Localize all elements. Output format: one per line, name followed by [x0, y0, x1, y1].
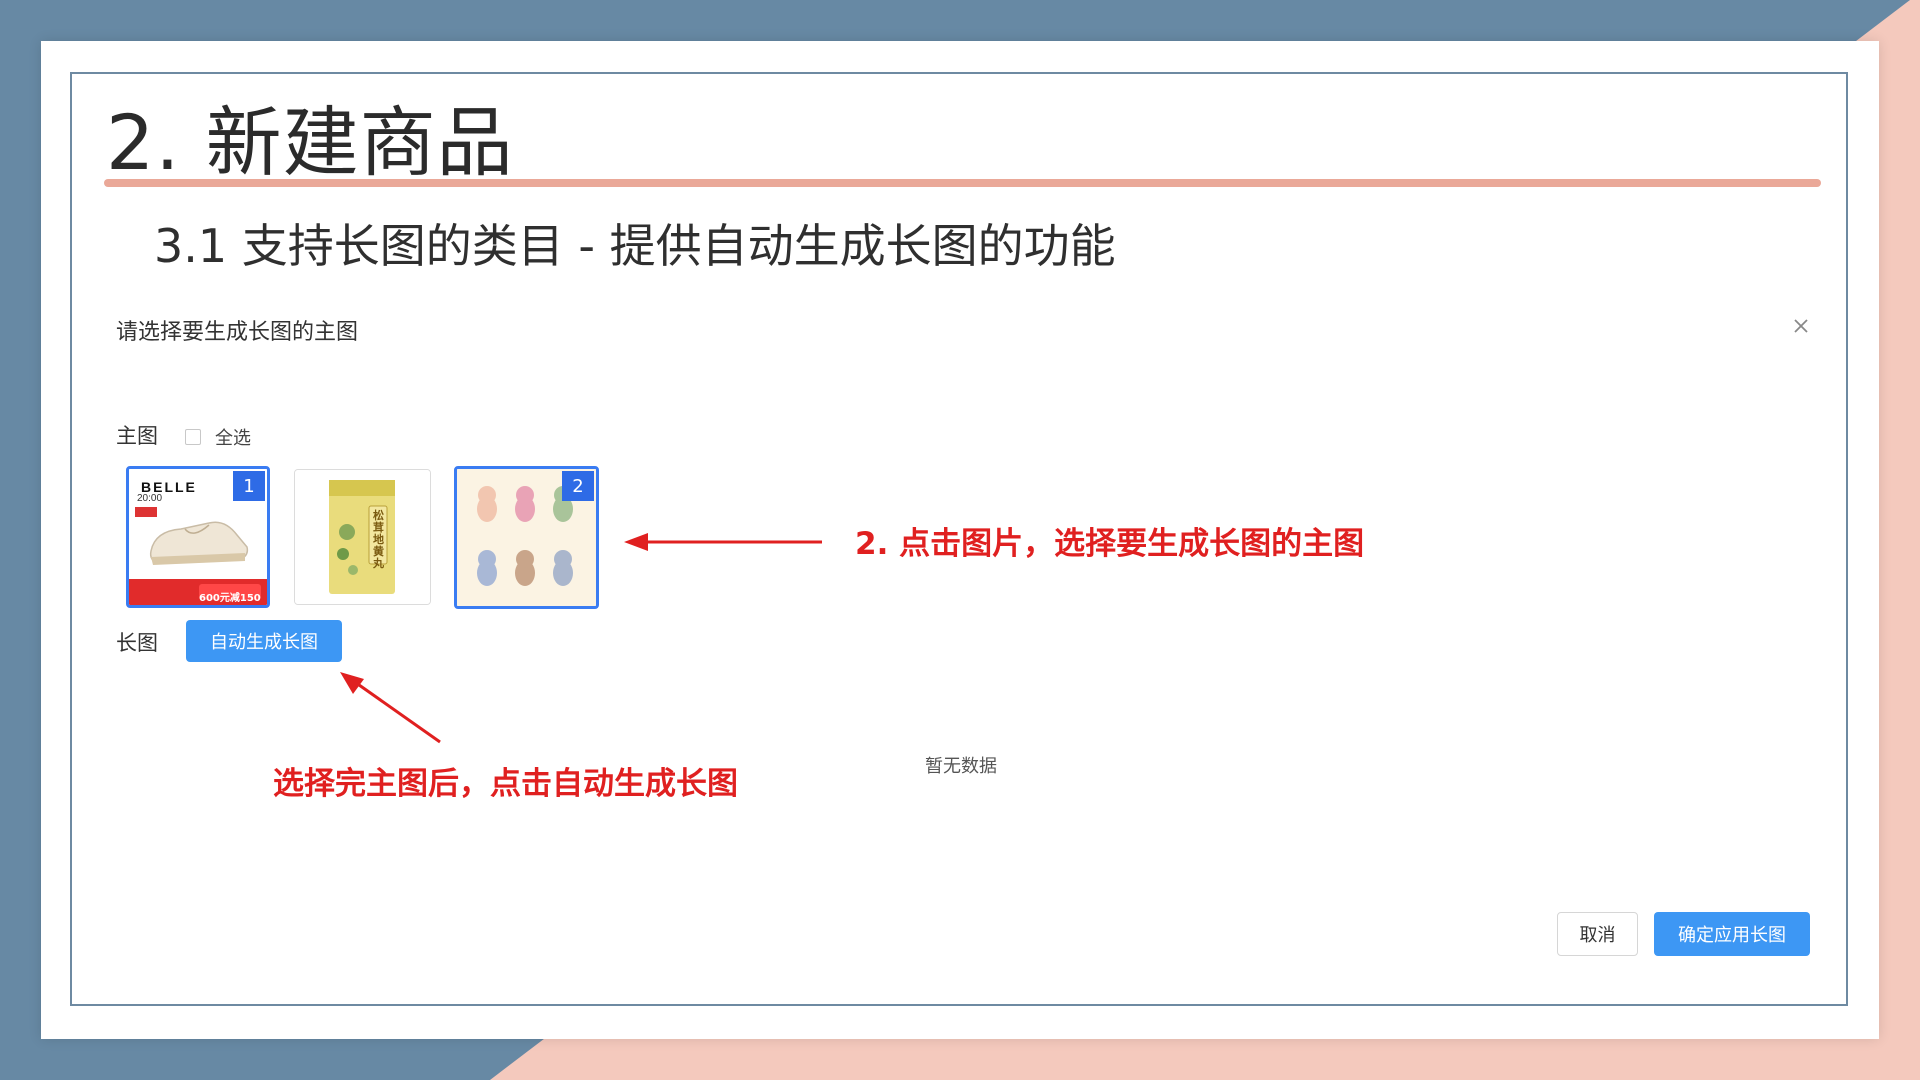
image-thumb-belle[interactable]: 20:00 BELLE 600元减150 1 — [126, 466, 270, 608]
empty-state-text: 暂无数据 — [925, 756, 997, 777]
selection-order-badge: 2 — [562, 471, 594, 501]
belle-brand-text: BELLE — [141, 479, 197, 495]
food-package-image — [295, 470, 430, 604]
select-all-label: 全选 — [215, 428, 251, 449]
long-image-label: 长图 — [116, 631, 158, 655]
main-images-label: 主图 — [116, 424, 158, 448]
dialog-title: 请选择要生成长图的主图 — [116, 320, 359, 345]
select-all-checkbox[interactable]: 全选 — [185, 424, 251, 450]
plush-row-bottom — [477, 550, 573, 586]
cancel-button[interactable]: 取消 — [1557, 912, 1638, 956]
auto-generate-button[interactable]: 自动生成长图 — [186, 620, 342, 662]
selection-order-badge: 1 — [233, 471, 265, 501]
slide-title: 2. 新建商品 — [106, 98, 514, 187]
plush-row-top — [477, 486, 573, 522]
close-icon[interactable] — [1790, 315, 1812, 337]
confirm-apply-button[interactable]: 确定应用长图 — [1654, 912, 1810, 956]
annotation-after-select: 选择完主图后，点击自动生成长图 — [273, 766, 738, 802]
annotation-click-image: 2. 点击图片，选择要生成长图的主图 — [855, 526, 1365, 562]
food-package-text: 松茸地黄丸 — [373, 509, 384, 570]
title-underline — [104, 179, 1821, 187]
image-thumb-food[interactable]: 松茸地黄丸 — [294, 469, 431, 605]
checkbox-box[interactable] — [185, 429, 201, 445]
belle-price-text: 600元减150 — [199, 593, 261, 604]
slide-subtitle: 3.1 支持长图的类目 - 提供自动生成长图的功能 — [154, 219, 1116, 273]
image-thumb-plush[interactable]: 2 — [454, 466, 599, 609]
